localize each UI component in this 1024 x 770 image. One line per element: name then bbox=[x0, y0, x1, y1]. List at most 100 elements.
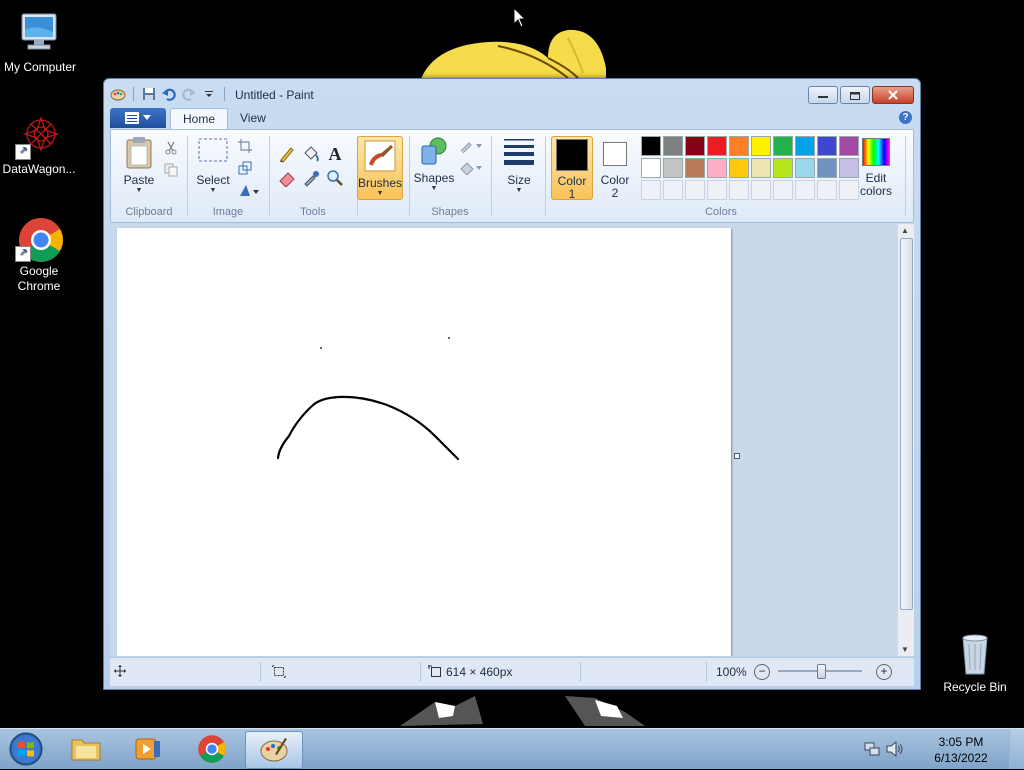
palette-color-swatch[interactable] bbox=[707, 136, 727, 156]
show-desktop-button[interactable] bbox=[1009, 729, 1024, 769]
clock[interactable]: 3:05 PM 6/13/2022 bbox=[926, 734, 996, 766]
palette-custom-slot[interactable] bbox=[641, 180, 661, 200]
palette-color-swatch[interactable] bbox=[795, 158, 815, 178]
palette-custom-slot[interactable] bbox=[773, 180, 793, 200]
cut-icon[interactable] bbox=[161, 138, 181, 158]
rotate-icon[interactable] bbox=[235, 180, 263, 200]
title-bar[interactable]: Untitled - Paint bbox=[104, 79, 920, 109]
tab-home[interactable]: Home bbox=[170, 108, 229, 130]
network-icon[interactable] bbox=[864, 741, 880, 757]
save-icon[interactable] bbox=[141, 86, 157, 102]
palette-color-swatch[interactable] bbox=[817, 158, 837, 178]
restore-button[interactable] bbox=[840, 86, 870, 104]
vertical-scrollbar[interactable]: ▲ ▼ bbox=[897, 224, 914, 656]
palette-color-swatch[interactable] bbox=[663, 158, 683, 178]
close-button[interactable] bbox=[872, 86, 914, 104]
canvas-workspace[interactable] bbox=[110, 224, 898, 656]
shapes-label: Shapes bbox=[413, 171, 455, 185]
palette-color-swatch[interactable] bbox=[685, 136, 705, 156]
chevron-down-icon: ▼ bbox=[515, 187, 523, 194]
help-icon[interactable]: ? bbox=[899, 111, 912, 124]
fill-bucket-icon[interactable] bbox=[301, 144, 321, 164]
palette-custom-slot[interactable] bbox=[707, 180, 727, 200]
brushes-button[interactable]: Brushes ▼ bbox=[357, 136, 403, 200]
canvas-resize-handle[interactable] bbox=[734, 453, 740, 459]
palette-color-swatch[interactable] bbox=[707, 158, 727, 178]
undo-icon[interactable] bbox=[161, 86, 177, 102]
desktop-icon-recycle-bin[interactable]: Recycle Bin bbox=[935, 630, 1015, 695]
palette-custom-slot[interactable] bbox=[795, 180, 815, 200]
group-separator bbox=[269, 136, 270, 216]
zoom-out-button[interactable]: − bbox=[754, 664, 770, 680]
color1-button[interactable]: Color 1 bbox=[551, 136, 593, 201]
eraser-icon[interactable] bbox=[277, 168, 297, 188]
drawing-canvas[interactable] bbox=[117, 228, 731, 656]
palette-color-swatch[interactable] bbox=[773, 158, 793, 178]
desktop-icon-google-chrome[interactable]: ↗ Google Chrome bbox=[0, 214, 79, 294]
crop-icon[interactable] bbox=[235, 136, 255, 156]
paste-button[interactable]: Paste ▼ bbox=[119, 136, 159, 195]
palette-color-swatch[interactable] bbox=[751, 158, 771, 178]
chevron-down-icon: ▼ bbox=[376, 190, 384, 197]
minimize-button[interactable] bbox=[808, 86, 838, 104]
redo-icon[interactable] bbox=[181, 86, 197, 102]
desktop-icon-my-computer[interactable]: My Computer bbox=[0, 10, 80, 75]
select-button[interactable]: Select ▼ bbox=[193, 136, 233, 195]
ribbon-home: Paste ▼ Clipboard Select ▼ Image A Tools… bbox=[110, 129, 914, 223]
zoom-in-button[interactable]: + bbox=[876, 664, 892, 680]
fill-icon[interactable] bbox=[457, 158, 485, 178]
palette-custom-slot[interactable] bbox=[663, 180, 683, 200]
volume-icon[interactable] bbox=[886, 741, 904, 757]
taskbar-explorer[interactable] bbox=[58, 731, 114, 767]
palette-color-swatch[interactable] bbox=[663, 136, 683, 156]
start-button[interactable] bbox=[7, 731, 45, 767]
pencil-icon[interactable] bbox=[277, 144, 297, 164]
taskbar-paint[interactable] bbox=[245, 731, 303, 769]
color-picker-icon[interactable] bbox=[301, 168, 321, 188]
outline-icon[interactable] bbox=[457, 136, 485, 156]
scroll-down-icon[interactable]: ▼ bbox=[901, 645, 909, 654]
palette-custom-slot[interactable] bbox=[817, 180, 837, 200]
zoom-slider-thumb[interactable] bbox=[817, 664, 826, 679]
palette-custom-slot[interactable] bbox=[751, 180, 771, 200]
text-tool-icon[interactable]: A bbox=[325, 144, 345, 164]
palette-color-swatch[interactable] bbox=[795, 136, 815, 156]
paint-menu-button[interactable] bbox=[110, 108, 166, 128]
chevron-down-icon bbox=[143, 115, 151, 120]
tab-view[interactable]: View bbox=[228, 108, 278, 129]
desktop-icon-label: Google Chrome bbox=[17, 264, 61, 293]
computer-icon bbox=[16, 10, 64, 58]
desktop-icon-datawagon[interactable]: ↗ DataWagon... bbox=[0, 112, 79, 177]
palette-color-swatch[interactable] bbox=[773, 136, 793, 156]
palette-color-swatch[interactable] bbox=[817, 136, 837, 156]
edit-colors-button[interactable]: Edit colors bbox=[855, 136, 897, 198]
palette-custom-slot[interactable] bbox=[729, 180, 749, 200]
restore-icon bbox=[850, 91, 860, 100]
taskbar-media-player[interactable] bbox=[120, 731, 176, 767]
color2-button[interactable]: Color 2 bbox=[595, 136, 635, 200]
quick-access-toolbar bbox=[110, 86, 228, 102]
palette-color-swatch[interactable] bbox=[751, 136, 771, 156]
palette-color-swatch[interactable] bbox=[641, 136, 661, 156]
chrome-icon: ↗ bbox=[15, 214, 63, 262]
palette-color-swatch[interactable] bbox=[729, 158, 749, 178]
shapes-button[interactable]: Shapes ▼ bbox=[413, 136, 455, 193]
clock-time: 3:05 PM bbox=[938, 735, 984, 749]
size-button[interactable]: Size ▼ bbox=[499, 136, 539, 195]
palette-color-swatch[interactable] bbox=[685, 158, 705, 178]
resize-icon[interactable] bbox=[235, 158, 255, 178]
magnifier-icon[interactable] bbox=[325, 168, 345, 188]
palette-color-swatch[interactable] bbox=[729, 136, 749, 156]
paint-app-icon[interactable] bbox=[110, 86, 126, 102]
windows-logo-icon bbox=[9, 732, 43, 766]
clipboard-icon bbox=[126, 137, 152, 169]
palette-custom-slot[interactable] bbox=[685, 180, 705, 200]
copy-icon[interactable] bbox=[161, 160, 181, 180]
scroll-up-icon[interactable]: ▲ bbox=[901, 226, 909, 235]
brushes-label: Brushes bbox=[358, 176, 403, 190]
palette-color-swatch[interactable] bbox=[641, 158, 661, 178]
scrollbar-thumb[interactable] bbox=[900, 238, 913, 610]
window-title: Untitled - Paint bbox=[235, 88, 314, 102]
customize-toolbar-dropdown-icon[interactable] bbox=[201, 86, 217, 102]
taskbar-chrome[interactable] bbox=[184, 731, 240, 767]
